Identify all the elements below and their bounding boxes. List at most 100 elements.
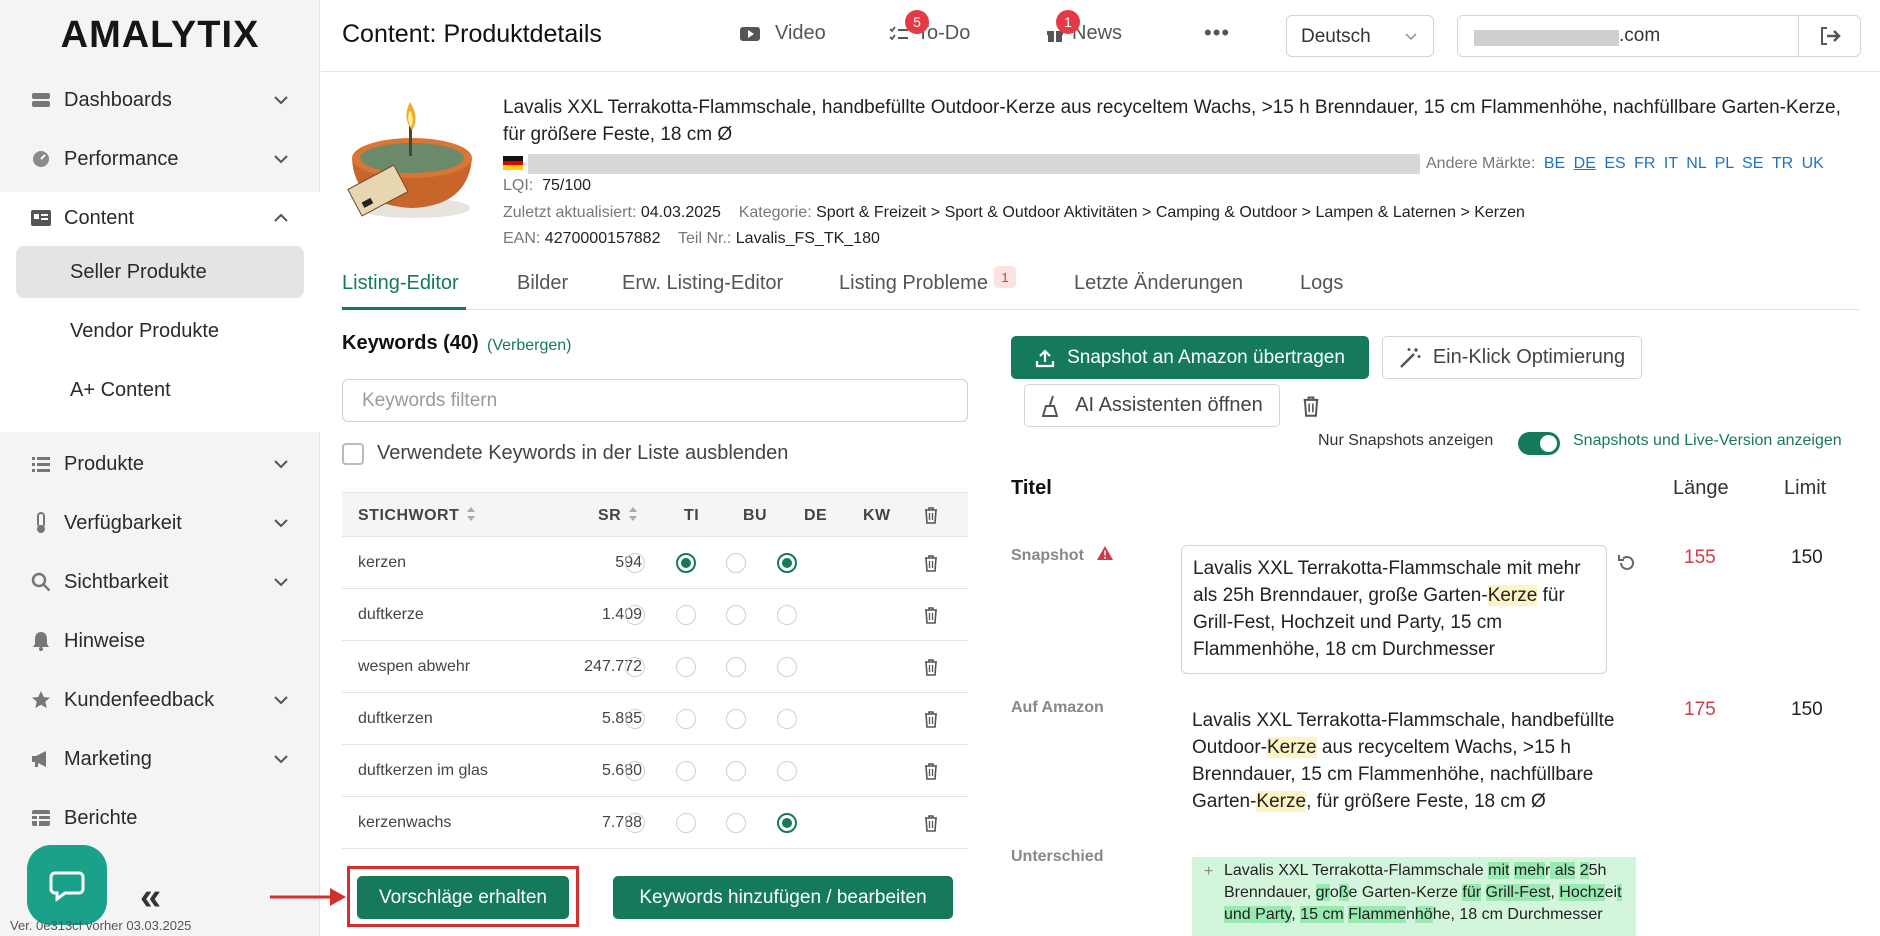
- account-field[interactable]: .com: [1457, 15, 1861, 57]
- market-it[interactable]: IT: [1664, 155, 1678, 172]
- table-row: kerzen 594: [342, 537, 968, 589]
- tab-letzte-aenderungen[interactable]: Letzte Änderungen: [1074, 272, 1243, 295]
- nav-marketing[interactable]: Marketing: [0, 733, 320, 785]
- radio-ti[interactable]: [625, 813, 645, 833]
- radio-kw[interactable]: [777, 813, 797, 833]
- snapshot-view-toggle[interactable]: [1518, 432, 1560, 455]
- market-de[interactable]: DE: [1574, 155, 1596, 172]
- nav-verfuegbarkeit[interactable]: Verfügbarkeit: [0, 497, 320, 549]
- chat-bubble-icon: [49, 871, 85, 902]
- nav-kundenfeedback[interactable]: Kundenfeedback: [0, 674, 320, 726]
- radio-bu[interactable]: [676, 761, 696, 781]
- keyword-filter-input[interactable]: Keywords filtern: [342, 379, 968, 422]
- chevron-down-icon[interactable]: [272, 150, 290, 168]
- hide-keywords-link[interactable]: (Verbergen): [487, 337, 572, 355]
- chevron-down-icon[interactable]: [272, 750, 290, 768]
- chevron-up-icon[interactable]: [272, 209, 290, 227]
- radio-kw[interactable]: [777, 761, 797, 781]
- chevron-down-icon[interactable]: [272, 691, 290, 709]
- get-suggestions-button[interactable]: Vorschläge erhalten: [357, 876, 569, 919]
- more-options-icon[interactable]: •••: [1204, 20, 1230, 46]
- nav-hinweise[interactable]: Hinweise: [0, 615, 320, 667]
- video-link[interactable]: Video: [739, 22, 826, 45]
- market-tr[interactable]: TR: [1772, 155, 1793, 172]
- chevron-down-icon[interactable]: [272, 573, 290, 591]
- hide-used-keywords-option[interactable]: Verwendete Keywords in der Liste ausblen…: [342, 442, 788, 465]
- radio-bu[interactable]: [676, 657, 696, 677]
- radio-ti[interactable]: [625, 761, 645, 781]
- one-click-optimize-button[interactable]: Ein-Klick Optimierung: [1382, 336, 1642, 379]
- market-be[interactable]: BE: [1544, 155, 1565, 172]
- trash-icon[interactable]: [923, 710, 939, 728]
- trash-icon[interactable]: [923, 506, 939, 524]
- trash-icon[interactable]: [923, 606, 939, 624]
- trash-icon[interactable]: [923, 554, 939, 572]
- trash-icon[interactable]: [923, 814, 939, 832]
- market-nl[interactable]: NL: [1686, 155, 1706, 172]
- sidebar-item-aplus-content[interactable]: A+ Content: [16, 364, 304, 416]
- radio-ti[interactable]: [625, 553, 645, 573]
- tab-erw-listing-editor[interactable]: Erw. Listing-Editor: [622, 272, 783, 295]
- market-se[interactable]: SE: [1742, 155, 1763, 172]
- tab-bilder[interactable]: Bilder: [517, 272, 568, 295]
- chevron-down-icon[interactable]: [272, 514, 290, 532]
- radio-ti[interactable]: [625, 605, 645, 625]
- radio-de[interactable]: [726, 813, 746, 833]
- radio-bu[interactable]: [676, 605, 696, 625]
- radio-bu[interactable]: [676, 553, 696, 573]
- tab-listing-probleme[interactable]: Listing Probleme: [839, 272, 988, 295]
- tab-logs[interactable]: Logs: [1300, 272, 1343, 295]
- snapshot-title-editor[interactable]: Lavalis XXL Terrakotta-Flammschale mit m…: [1181, 545, 1607, 674]
- market-fr[interactable]: FR: [1634, 155, 1655, 172]
- sidebar-item-seller-produkte[interactable]: Seller Produkte: [16, 246, 304, 298]
- chat-button[interactable]: [27, 845, 107, 925]
- nav-sichtbarkeit[interactable]: Sichtbarkeit: [0, 556, 320, 608]
- nav-produkte[interactable]: Produkte: [0, 438, 320, 490]
- language-select[interactable]: Deutsch: [1286, 15, 1434, 57]
- tab-listing-editor[interactable]: Listing-Editor: [342, 272, 459, 295]
- col-sr[interactable]: SR: [598, 507, 621, 525]
- hide-used-checkbox[interactable]: [342, 442, 364, 465]
- sort-icon[interactable]: [628, 505, 638, 523]
- trash-icon[interactable]: [923, 762, 939, 780]
- nav-dashboards[interactable]: Dashboards: [0, 74, 320, 126]
- news-link[interactable]: News 1: [1046, 10, 1122, 45]
- sort-icon[interactable]: [466, 505, 476, 523]
- chevron-down-icon[interactable]: [272, 455, 290, 473]
- market-es[interactable]: ES: [1604, 155, 1625, 172]
- trash-icon[interactable]: [923, 658, 939, 676]
- radio-bu[interactable]: [676, 709, 696, 729]
- sub-label: A+ Content: [70, 378, 171, 401]
- col-ti: TI: [684, 507, 700, 524]
- add-keywords-button[interactable]: Keywords hinzufügen / bearbeiten: [613, 876, 953, 919]
- radio-de[interactable]: [726, 553, 746, 573]
- radio-ti[interactable]: [625, 709, 645, 729]
- radio-kw[interactable]: [777, 605, 797, 625]
- radio-de[interactable]: [726, 709, 746, 729]
- radio-kw[interactable]: [777, 709, 797, 729]
- chevron-down-icon[interactable]: [272, 91, 290, 109]
- radio-kw[interactable]: [777, 553, 797, 573]
- collapse-sidebar-icon[interactable]: «: [140, 876, 161, 919]
- market-uk[interactable]: UK: [1802, 155, 1824, 172]
- active-tab-indicator: [342, 307, 466, 310]
- radio-ti[interactable]: [625, 657, 645, 677]
- performance-icon: [30, 148, 52, 170]
- sidebar-item-vendor-produkte[interactable]: Vendor Produkte: [16, 305, 304, 357]
- logout-button[interactable]: [1798, 16, 1860, 56]
- radio-de[interactable]: [726, 657, 746, 677]
- nav-content[interactable]: Content: [0, 192, 320, 244]
- upload-snapshot-button[interactable]: Snapshot an Amazon übertragen: [1011, 336, 1369, 379]
- radio-bu[interactable]: [676, 813, 696, 833]
- radio-de[interactable]: [726, 761, 746, 781]
- radio-de[interactable]: [726, 605, 746, 625]
- radio-kw[interactable]: [777, 657, 797, 677]
- market-pl[interactable]: PL: [1715, 155, 1734, 172]
- todo-link[interactable]: To-Do 5: [889, 10, 970, 45]
- delete-snapshot-icon[interactable]: [1301, 395, 1321, 417]
- undo-icon[interactable]: [1617, 553, 1637, 573]
- nav-performance[interactable]: Performance: [0, 133, 320, 185]
- ai-assistant-button[interactable]: AI Assistenten öffnen: [1024, 384, 1280, 427]
- nav-berichte[interactable]: Berichte: [0, 792, 320, 844]
- col-stichwort[interactable]: STICHWORT: [358, 507, 459, 525]
